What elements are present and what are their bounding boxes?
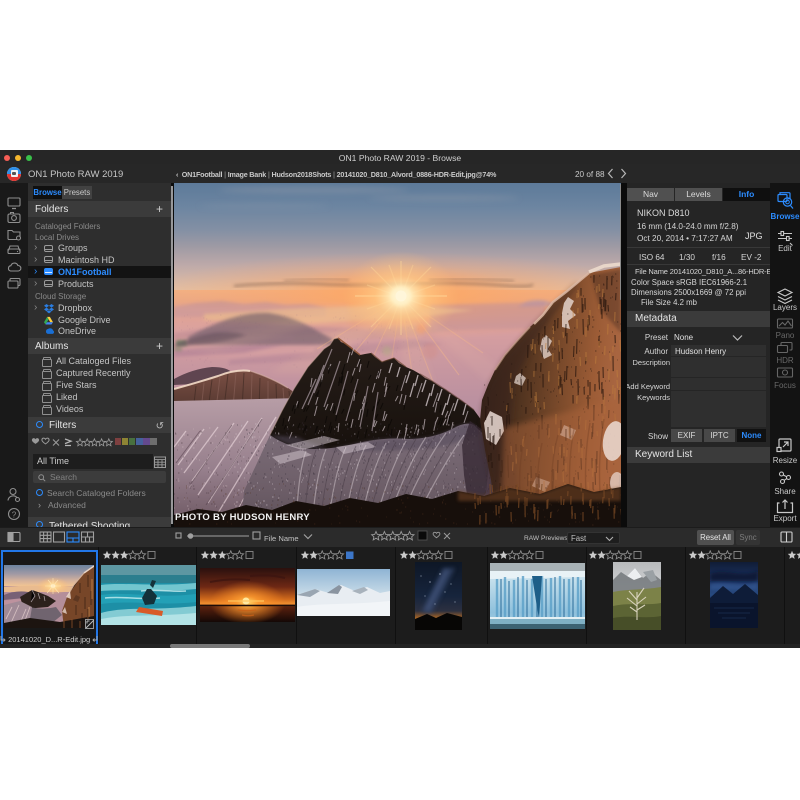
svg-text:?: ?: [12, 511, 17, 520]
